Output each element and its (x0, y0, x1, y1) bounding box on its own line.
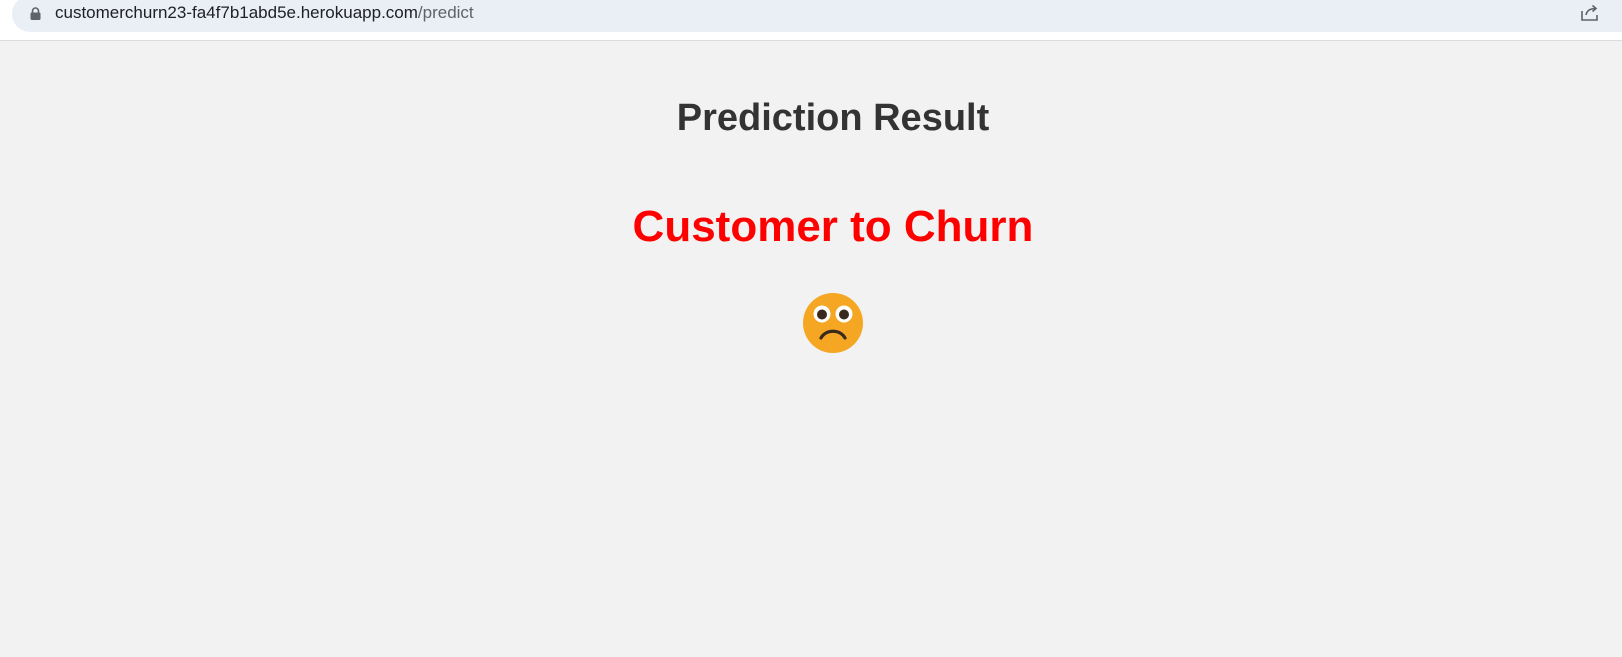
url-text[interactable]: customerchurn23-fa4f7b1abd5e.herokuapp.c… (55, 3, 474, 23)
browser-toolbar: customerchurn23-fa4f7b1abd5e.herokuapp.c… (0, 0, 1622, 41)
sad-face-icon (803, 293, 863, 353)
share-icon[interactable] (1580, 4, 1600, 22)
page-title: Prediction Result (676, 97, 990, 139)
url-host: customerchurn23-fa4f7b1abd5e.herokuapp.c… (55, 3, 418, 22)
lock-icon[interactable] (30, 7, 41, 20)
page-content: Prediction Result Customer to Churn (0, 41, 1622, 657)
url-path: /predict (417, 3, 474, 22)
prediction-result: Customer to Churn (632, 202, 1034, 251)
